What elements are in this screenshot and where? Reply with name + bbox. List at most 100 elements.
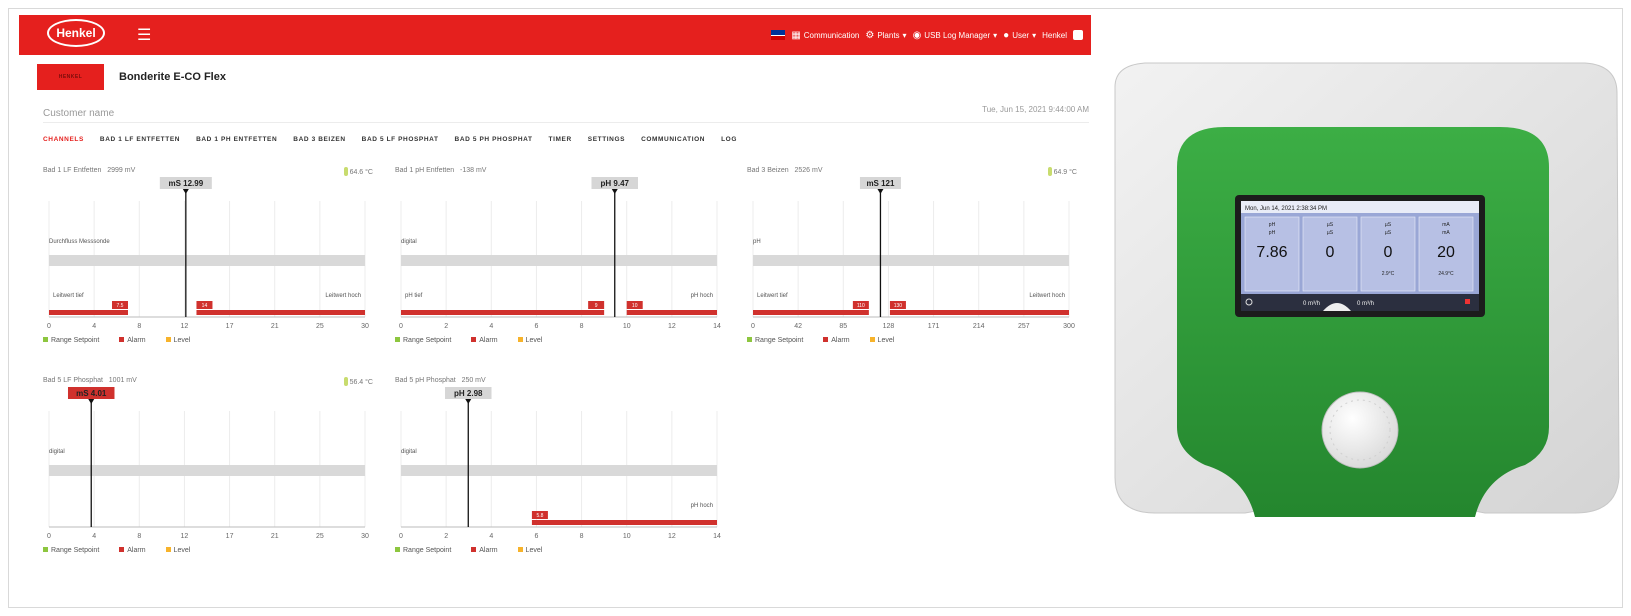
chart-legend: Range Setpoint Alarm Level <box>43 337 190 344</box>
device-column-sub: µS <box>1327 230 1334 236</box>
tick-label: 8 <box>580 533 584 540</box>
thermometer-icon <box>1047 167 1052 176</box>
legend-item-range[interactable]: Range Setpoint <box>395 337 451 344</box>
alarm-low-bar <box>753 310 869 315</box>
alarm-high-value: 10 <box>632 303 638 309</box>
legend-item-level[interactable]: Level <box>869 337 894 344</box>
nav-usb-label: USB Log Manager <box>924 30 991 40</box>
legend-swatch <box>869 337 875 342</box>
legend-item-alarm[interactable]: Alarm <box>119 547 146 554</box>
language-flag-icon[interactable] <box>771 30 786 40</box>
device-column-unit: µS <box>1327 222 1334 228</box>
alarm-high-bar <box>196 310 365 315</box>
tick-label: 4 <box>489 323 493 330</box>
value-pointer-icon <box>182 189 189 194</box>
value-pointer-icon <box>465 399 472 404</box>
legend-label: Range Setpoint <box>403 547 452 554</box>
legend-item-range[interactable]: Range Setpoint <box>43 337 99 344</box>
channel-mv: 2526 mV <box>794 167 823 174</box>
legend-item-level[interactable]: Level <box>517 337 542 344</box>
caret-down-icon: ▾ <box>1032 30 1037 40</box>
tick-label: 21 <box>271 323 279 330</box>
nav-usb-log-manager[interactable]: ◉ USB Log Manager ▾ <box>913 30 998 41</box>
tab-settings[interactable]: SETTINGS <box>588 136 625 143</box>
legend-item-alarm[interactable]: Alarm <box>823 337 850 344</box>
channel-header: Bad 1 LF Entfetten 2999 mV <box>43 167 135 174</box>
legend-item-level[interactable]: Level <box>165 547 190 554</box>
high-limit-label: pH hoch <box>691 293 713 299</box>
channel-panel[interactable]: Bad 5 pH Phosphat 250 mV 0 2 4 6 8 10 12 14 digit… <box>395 377 725 572</box>
channel-panel[interactable]: Bad 5 LF Phosphat 1001 mV 56.4 °C 0 4 8 12 17 2… <box>43 377 373 572</box>
tab-channels[interactable]: CHANNELS <box>43 136 84 143</box>
nav-plants[interactable]: ⚙ Plants ▾ <box>865 30 906 41</box>
legend-swatch <box>471 337 477 342</box>
tab-log[interactable]: LOG <box>721 136 737 143</box>
tab-bad-1-lf-entfetten[interactable]: BAD 1 LF ENTFETTEN <box>100 136 180 143</box>
chart-legend: Range Setpoint Alarm Level <box>747 337 894 344</box>
legend-item-level[interactable]: Level <box>165 337 190 344</box>
channel-panel[interactable]: Bad 1 pH Entfetten -138 mV 0 2 4 6 8 10 12 14 dig… <box>395 167 725 362</box>
tab-communication[interactable]: COMMUNICATION <box>641 136 705 143</box>
lock-icon[interactable] <box>1073 30 1083 40</box>
web-dashboard: Henkel ☰ ▦ Communication ⚙ Plants ▾ ◉ USB Lo… <box>19 15 1091 595</box>
legend-item-level[interactable]: Level <box>517 547 542 554</box>
legend-swatch <box>517 337 523 342</box>
legend-item-alarm[interactable]: Alarm <box>119 337 146 344</box>
user-icon: ● <box>1003 29 1010 41</box>
chart-legend: Range Setpoint Alarm Level <box>395 547 542 554</box>
tick-label: 0 <box>751 323 755 330</box>
tab-bad-3-beizen[interactable]: BAD 3 BEIZEN <box>293 136 345 143</box>
tick-label: 12 <box>181 533 189 540</box>
tick-label: 14 <box>713 533 721 540</box>
channel-name: Bad 1 pH Entfetten <box>395 167 455 174</box>
tab-timer[interactable]: TIMER <box>549 136 572 143</box>
legend-item-range[interactable]: Range Setpoint <box>395 547 451 554</box>
device-rotary-knob[interactable] <box>1321 391 1399 469</box>
device-column-temp: 2.9°C <box>1382 271 1395 277</box>
device-column-unit: µS <box>1385 222 1392 228</box>
legend-item-range[interactable]: Range Setpoint <box>43 547 99 554</box>
legend-swatch <box>165 547 171 552</box>
tick-label: 6 <box>534 533 538 540</box>
nav-user[interactable]: ● User ▾ <box>1003 30 1036 41</box>
legend-swatch <box>395 547 400 552</box>
channel-chart: 0 4 8 12 17 21 25 30 Durchfluss Messsonde Leitwer… <box>47 177 369 330</box>
sensor-label: pH <box>753 239 761 245</box>
device-column-value: 20 <box>1437 244 1455 261</box>
customer-name[interactable]: Customer name <box>43 108 114 119</box>
tick-label: 12 <box>668 323 676 330</box>
legend-swatch <box>395 337 400 342</box>
legend-swatch <box>119 337 125 342</box>
device-column-temp: 24.9°C <box>1438 271 1454 277</box>
henkel-logo[interactable]: Henkel <box>47 19 105 47</box>
value-label: mS 4.01 <box>76 389 107 398</box>
channel-mv: 1001 mV <box>108 377 137 384</box>
tick-label: 30 <box>361 323 369 330</box>
tab-bad-1-ph-entfetten[interactable]: BAD 1 PH ENTFETTEN <box>196 136 277 143</box>
nav-henkel[interactable]: Henkel <box>1042 31 1067 40</box>
legend-item-alarm[interactable]: Alarm <box>471 337 498 344</box>
tab-bad-5-lf-phosphat[interactable]: BAD 5 LF PHOSPHAT <box>362 136 439 143</box>
legend-item-range[interactable]: Range Setpoint <box>747 337 803 344</box>
value-pointer-icon <box>611 189 618 194</box>
tick-label: 214 <box>973 323 985 330</box>
legend-swatch <box>165 337 171 342</box>
tick-label: 85 <box>839 323 847 330</box>
nav-communication[interactable]: ▦ Communication <box>791 30 859 41</box>
channel-panel[interactable]: Bad 3 Beizen 2526 mV 64.9 °C 0 42 85 128 171 21… <box>747 167 1077 362</box>
tick-label: 8 <box>580 323 584 330</box>
alarm-low-value: 110 <box>857 303 865 309</box>
tab-bad-5-ph-phosphat[interactable]: BAD 5 PH PHOSPHAT <box>455 136 533 143</box>
top-nav-menu: ▦ Communication ⚙ Plants ▾ ◉ USB Log Manager… <box>771 15 1083 55</box>
channel-panel[interactable]: Bad 1 LF Entfetten 2999 mV 64.6 °C 0 4 8 12 17… <box>43 167 373 362</box>
legend-label: Alarm <box>831 337 850 344</box>
alarm-high-bar <box>531 520 717 525</box>
tick-label: 0 <box>47 323 51 330</box>
hamburger-menu-icon[interactable]: ☰ <box>137 25 151 45</box>
high-limit-label: Leitwert hoch <box>325 293 361 299</box>
tick-label: 17 <box>226 323 234 330</box>
channel-chart: 0 2 4 6 8 10 12 14 digital pH hoch 5.8 pH 2.98 <box>399 387 721 540</box>
device-lock-icon <box>1465 299 1470 304</box>
legend-item-alarm[interactable]: Alarm <box>471 547 498 554</box>
device-column-sub: mA <box>1442 230 1450 236</box>
